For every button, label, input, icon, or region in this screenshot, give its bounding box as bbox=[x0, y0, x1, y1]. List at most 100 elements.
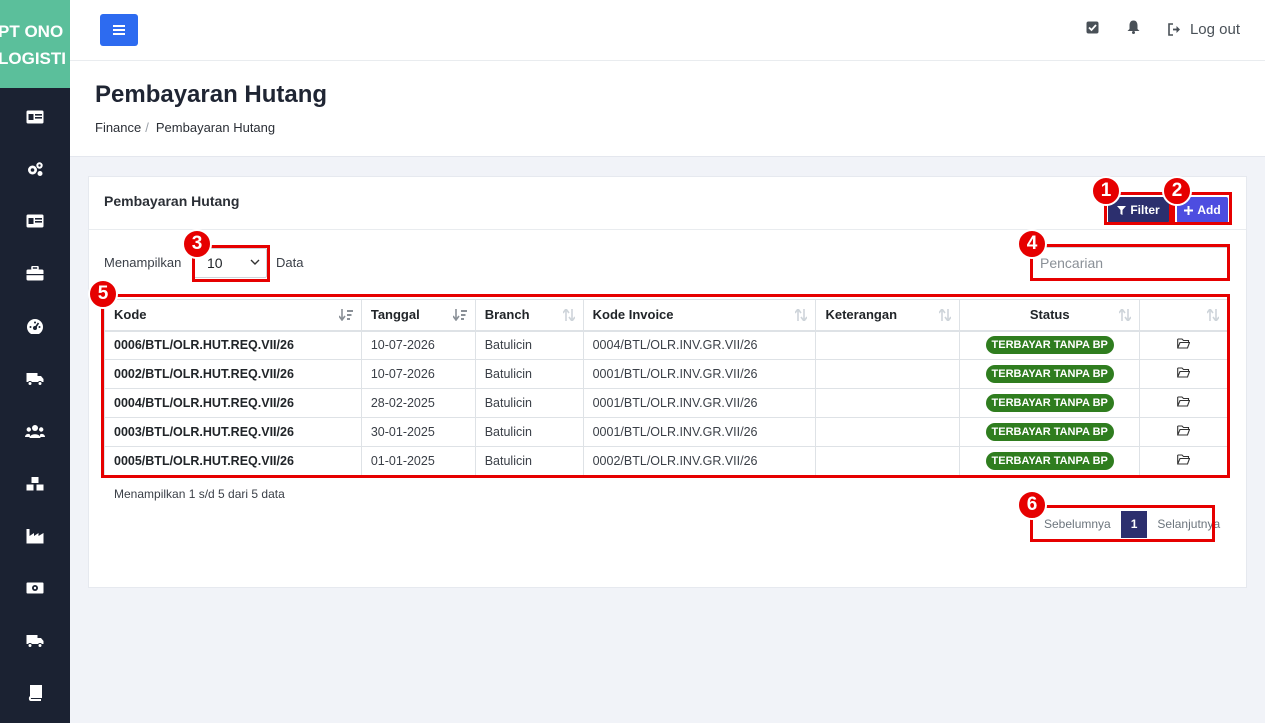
sort-both-icon bbox=[1207, 309, 1219, 321]
status-badge: TERBAYAR TANPA BP bbox=[985, 394, 1114, 412]
cell-keterangan bbox=[815, 330, 961, 360]
breadcrumb-finance[interactable]: Finance bbox=[95, 120, 141, 135]
column-label: Keterangan bbox=[825, 307, 898, 323]
annotation-number-2: 2 bbox=[1162, 176, 1192, 206]
column-header-keterangan[interactable]: Keterangan bbox=[815, 299, 961, 332]
annotation-number-6: 6 bbox=[1017, 490, 1047, 520]
cell-tanggal: 01-01-2025 bbox=[360, 446, 476, 476]
sidebar-item-11[interactable] bbox=[0, 629, 70, 653]
column-label: Kode Invoice bbox=[592, 307, 674, 323]
chevron-down-icon bbox=[250, 259, 260, 265]
pagination-page-1[interactable]: 1 bbox=[1120, 511, 1148, 538]
show-label: Menampilkan bbox=[104, 255, 182, 270]
status-badge: TERBAYAR TANPA BP bbox=[985, 423, 1114, 441]
column-header-kode[interactable]: Kode bbox=[104, 299, 362, 332]
annotation-number-3: 3 bbox=[182, 229, 212, 259]
sort-desc-icon bbox=[452, 309, 467, 321]
cell-branch: Batulicin bbox=[474, 330, 584, 360]
cell-status: TERBAYAR TANPA BP bbox=[959, 330, 1141, 360]
table-row[interactable]: 0002/BTL/OLR.HUT.REQ.VII/26 10-07-2026 B… bbox=[104, 359, 1228, 389]
cell-invoice: 0001/BTL/OLR.INV.GR.VII/26 bbox=[582, 388, 817, 418]
topbar-actions: Log out bbox=[1086, 20, 1240, 38]
annotation-number-4: 4 bbox=[1017, 229, 1047, 259]
sidebar-item-3[interactable] bbox=[0, 209, 70, 233]
cell-kode: 0004/BTL/OLR.HUT.REQ.VII/26 bbox=[104, 388, 362, 418]
sort-both-icon bbox=[562, 309, 575, 321]
brand-line-2: LOGISTI bbox=[0, 49, 66, 68]
sidebar-item-2[interactable] bbox=[0, 157, 70, 181]
sidebar-item-5[interactable] bbox=[0, 314, 70, 338]
column-header-branch[interactable]: Branch bbox=[474, 299, 584, 332]
cell-keterangan bbox=[815, 446, 961, 476]
folder-open-icon[interactable] bbox=[1177, 396, 1191, 407]
pagination: Sebelumnya 1 Selanjutnya bbox=[1034, 511, 1230, 538]
sidebar-item-7[interactable] bbox=[0, 419, 70, 443]
sidebar-item-6[interactable] bbox=[0, 367, 70, 391]
logout-button[interactable]: Log out bbox=[1168, 21, 1240, 38]
column-header-tanggal[interactable]: Tanggal bbox=[360, 299, 476, 332]
column-header-actions[interactable] bbox=[1139, 299, 1228, 332]
column-label: Branch bbox=[484, 307, 530, 323]
table-row[interactable]: 0005/BTL/OLR.HUT.REQ.VII/26 01-01-2025 B… bbox=[104, 446, 1228, 476]
folder-open-icon[interactable] bbox=[1177, 367, 1191, 378]
notifications-button[interactable] bbox=[1127, 20, 1140, 38]
sidebar-item-1[interactable] bbox=[0, 105, 70, 129]
sidebar: PT ONO LOGISTI bbox=[0, 0, 70, 723]
cell-invoice: 0002/BTL/OLR.INV.GR.VII/26 bbox=[582, 446, 817, 476]
pagination-next[interactable]: Selanjutnya bbox=[1147, 511, 1230, 538]
breadcrumb-current: Pembayaran Hutang bbox=[155, 120, 276, 135]
folder-open-icon[interactable] bbox=[1177, 338, 1191, 349]
sidebar-item-4[interactable] bbox=[0, 261, 70, 285]
hamburger-icon bbox=[113, 25, 125, 35]
cubes-icon bbox=[25, 476, 45, 492]
sign-out-icon bbox=[1168, 22, 1180, 36]
table-info: Menampilkan 1 s/d 5 dari 5 data bbox=[114, 487, 285, 501]
cell-status: TERBAYAR TANPA BP bbox=[959, 388, 1141, 418]
card-header: Pembayaran Hutang Filter Add bbox=[89, 177, 1246, 230]
search-input[interactable] bbox=[1032, 247, 1228, 279]
table-row[interactable]: 0003/BTL/OLR.HUT.REQ.VII/26 30-01-2025 B… bbox=[104, 417, 1228, 447]
column-header-kode-invoice[interactable]: Kode Invoice bbox=[582, 299, 817, 332]
dashboard-gauge-icon bbox=[27, 319, 43, 334]
sidebar-item-12[interactable] bbox=[0, 681, 70, 705]
cell-actions bbox=[1139, 446, 1228, 476]
check-square-icon bbox=[1086, 21, 1099, 33]
cell-kode: 0005/BTL/OLR.HUT.REQ.VII/26 bbox=[104, 446, 362, 476]
folder-open-icon[interactable] bbox=[1177, 454, 1191, 465]
data-label: Data bbox=[276, 255, 304, 270]
page-header: Pembayaran Hutang Finance / Pembayaran Hut… bbox=[70, 61, 1265, 157]
tasks-button[interactable] bbox=[1086, 21, 1099, 38]
cell-tanggal: 30-01-2025 bbox=[360, 417, 476, 447]
folder-open-icon[interactable] bbox=[1177, 425, 1191, 436]
filter-label: Filter bbox=[1130, 203, 1160, 217]
column-label: Status bbox=[1029, 307, 1070, 323]
table-row[interactable]: 0004/BTL/OLR.HUT.REQ.VII/26 28-02-2025 B… bbox=[104, 388, 1228, 418]
annotation-number-1: 1 bbox=[1091, 176, 1121, 206]
status-badge: TERBAYAR TANPA BP bbox=[985, 336, 1114, 355]
cell-keterangan bbox=[815, 417, 961, 447]
industry-icon bbox=[26, 529, 44, 544]
cell-invoice: 0001/BTL/OLR.INV.GR.VII/26 bbox=[582, 417, 817, 447]
data-table: Kode Tanggal Branch Kode Invoice Keteran… bbox=[104, 299, 1228, 476]
cell-actions bbox=[1139, 330, 1228, 360]
sidebar-item-8[interactable] bbox=[0, 472, 70, 496]
sidebar-item-9[interactable] bbox=[0, 524, 70, 548]
table-header-row: Kode Tanggal Branch Kode Invoice Keteran… bbox=[104, 299, 1228, 332]
menu-toggle-button[interactable] bbox=[100, 14, 138, 46]
cell-kode: 0003/BTL/OLR.HUT.REQ.VII/26 bbox=[104, 417, 362, 447]
breadcrumb: Finance / Pembayaran Hutang bbox=[95, 120, 275, 135]
brand-logo[interactable]: PT ONO LOGISTI bbox=[0, 0, 70, 88]
plus-icon bbox=[1184, 205, 1194, 215]
page-title: Pembayaran Hutang bbox=[95, 81, 328, 108]
table-row[interactable]: 0006/BTL/OLR.HUT.REQ.VII/26 10-07-2026 B… bbox=[104, 330, 1228, 360]
page-size-value: 10 bbox=[207, 255, 223, 271]
column-header-status[interactable]: Status bbox=[959, 299, 1141, 332]
pagination-prev[interactable]: Sebelumnya bbox=[1034, 511, 1121, 538]
column-label: Kode bbox=[114, 307, 147, 323]
cell-tanggal: 28-02-2025 bbox=[360, 388, 476, 418]
cell-kode: 0002/BTL/OLR.HUT.REQ.VII/26 bbox=[104, 359, 362, 389]
cell-actions bbox=[1139, 388, 1228, 418]
cell-status: TERBAYAR TANPA BP bbox=[959, 359, 1141, 389]
cell-branch: Batulicin bbox=[474, 446, 584, 476]
sidebar-item-10[interactable] bbox=[0, 576, 70, 600]
